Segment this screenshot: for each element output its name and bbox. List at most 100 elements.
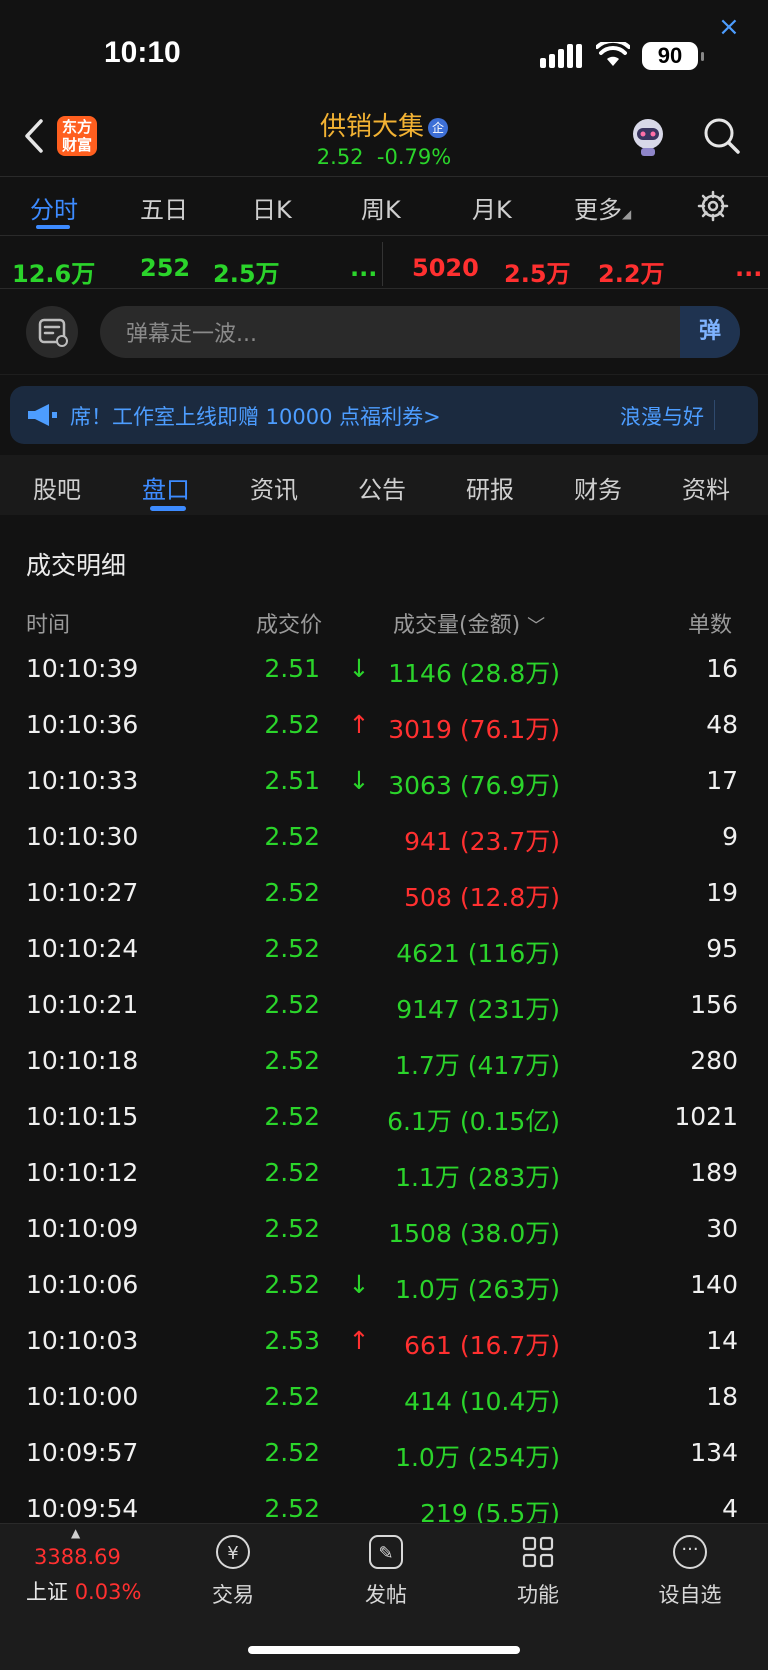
trade-count: 4 <box>722 1494 738 1523</box>
tab-monthly-k[interactable]: 月K <box>472 190 512 225</box>
tab-more[interactable]: 更多◢ <box>574 190 631 225</box>
divider <box>0 374 768 375</box>
trade-time: 10:10:12 <box>26 1158 139 1187</box>
trade-price: 2.52 <box>264 1438 320 1467</box>
table-row: 10:10:39 2.51 ↓ 1146 (28.8万) 16 <box>0 654 768 710</box>
trade-time: 10:10:00 <box>26 1382 139 1411</box>
trade-volume: 6.1万 (0.15亿) <box>387 1107 560 1136</box>
trade-direction-arrow: ↓ <box>348 766 370 795</box>
trade-volume: 414 (10.4万) <box>404 1387 560 1416</box>
table-row: 10:10:00 2.52 414 (10.4万) 18 <box>0 1382 768 1438</box>
tab-five-day[interactable]: 五日 <box>140 190 188 225</box>
stock-change: -0.79% <box>376 145 452 169</box>
tab-news[interactable]: 资讯 <box>250 470 298 505</box>
trade-price: 2.51 <box>264 654 320 683</box>
trade-price: 2.52 <box>264 878 320 907</box>
chevron-down-icon: ﹀ <box>527 616 546 637</box>
table-row: 10:10:24 2.52 4621 (116万) 95 <box>0 934 768 990</box>
trade-volume: 1.7万 (417万) <box>395 1051 560 1080</box>
trade-price: 2.53 <box>264 1326 320 1355</box>
stats-divider <box>382 242 383 286</box>
trade-price: 2.52 <box>264 1158 320 1187</box>
trade-volume: 4621 (116万) <box>396 939 560 968</box>
index-name: 上证 <box>26 1580 68 1604</box>
trade-volume: 1146 (28.8万) <box>388 659 560 688</box>
tab-research[interactable]: 研报 <box>466 470 514 505</box>
trade-volume: 1.1万 (283万) <box>395 1163 560 1192</box>
trade-count: 189 <box>690 1158 738 1187</box>
tab-finance[interactable]: 财务 <box>574 470 622 505</box>
trade-price: 2.52 <box>264 934 320 963</box>
trade-price: 2.52 <box>264 822 320 851</box>
nav-trade[interactable]: ¥ 交易 <box>183 1535 283 1609</box>
signal-icon <box>540 44 582 68</box>
grid-icon <box>521 1535 555 1569</box>
stat-right-1: 5020 <box>412 254 479 282</box>
stat-left-2: 252 <box>140 254 191 282</box>
stat-left-1: 12.6万 <box>12 260 96 288</box>
table-row: 10:10:36 2.52 ↑ 3019 (76.1万) 48 <box>0 710 768 766</box>
trade-price: 2.52 <box>264 1270 320 1299</box>
banner-divider <box>714 400 715 430</box>
tab-announcements[interactable]: 公告 <box>358 470 406 505</box>
trade-price: 2.52 <box>264 710 320 739</box>
divider <box>0 235 768 236</box>
trade-direction-arrow: ↑ <box>348 710 370 739</box>
trade-time: 10:10:24 <box>26 934 139 963</box>
nav-watchlist-settings[interactable]: ··· 设自选 <box>640 1535 740 1609</box>
search-icon[interactable] <box>702 116 742 156</box>
tab-market-depth[interactable]: 盘口 <box>142 470 190 505</box>
tab-forum[interactable]: 股吧 <box>33 470 81 505</box>
trade-time: 10:10:15 <box>26 1102 139 1131</box>
stat-right-3: 2.2万 <box>598 260 665 288</box>
trades-title: 成交明细 <box>26 551 127 580</box>
trade-price: 2.52 <box>264 1494 320 1523</box>
danmu-settings-button[interactable] <box>26 306 78 358</box>
trade-count: 134 <box>690 1438 738 1467</box>
trade-price: 2.51 <box>264 766 320 795</box>
nav-functions[interactable]: 功能 <box>488 1535 588 1609</box>
yuan-icon: ¥ <box>216 1535 250 1569</box>
dropdown-corner-icon: ◢ <box>622 207 632 221</box>
table-row: 10:10:21 2.52 9147 (231万) 156 <box>0 990 768 1046</box>
col-header-price: 成交价 <box>256 613 323 638</box>
trade-price: 2.52 <box>264 990 320 1019</box>
trade-volume: 941 (23.7万) <box>404 827 560 856</box>
status-time: 10:10 <box>104 36 181 69</box>
index-quote[interactable]: 上证 0.03% <box>26 1576 141 1606</box>
trade-count: 14 <box>706 1326 738 1355</box>
table-row: 10:10:30 2.52 941 (23.7万) 9 <box>0 822 768 878</box>
close-icon[interactable]: × <box>718 12 740 42</box>
tab-weekly-k[interactable]: 周K <box>361 190 401 225</box>
tab-daily-k[interactable]: 日K <box>252 190 292 225</box>
more-dots-icon: ··· <box>673 1535 707 1569</box>
trade-volume: 3019 (76.1万) <box>388 715 560 744</box>
col-header-volume[interactable]: 成交量(金额) ﹀ <box>393 607 545 639</box>
table-row: 10:10:06 2.52 ↓ 1.0万 (263万) 140 <box>0 1270 768 1326</box>
table-row: 10:10:33 2.51 ↓ 3063 (76.9万) 17 <box>0 766 768 822</box>
col-header-time: 时间 <box>26 613 71 638</box>
expand-arrow-icon[interactable]: ▲ <box>71 1526 80 1540</box>
tab-intraday[interactable]: 分时 <box>30 190 78 225</box>
trade-count: 9 <box>722 822 738 851</box>
nav-post[interactable]: ✎ 发帖 <box>336 1535 436 1609</box>
index-value[interactable]: 3388.69 <box>34 1545 121 1569</box>
table-row: 10:10:09 2.52 1508 (38.0万) 30 <box>0 1214 768 1270</box>
tab-profile[interactable]: 资料 <box>682 470 730 505</box>
stat-left-3: 2.5万 <box>213 260 280 288</box>
megaphone-icon <box>28 404 57 426</box>
trade-price: 2.52 <box>264 1382 320 1411</box>
trade-price: 2.52 <box>264 1046 320 1075</box>
table-row: 10:10:12 2.52 1.1万 (283万) 189 <box>0 1158 768 1214</box>
danmu-toggle-button[interactable]: 弹 <box>680 306 740 358</box>
col-header-count: 单数 <box>688 613 733 638</box>
table-row: 10:10:27 2.52 508 (12.8万) 19 <box>0 878 768 934</box>
table-row: 10:10:03 2.53 ↑ 661 (16.7万) 14 <box>0 1326 768 1382</box>
trade-count: 156 <box>690 990 738 1019</box>
gear-icon[interactable] <box>697 190 729 222</box>
active-tab-underline <box>36 225 70 229</box>
wifi-icon <box>596 42 630 66</box>
robot-assistant-icon[interactable] <box>626 114 670 158</box>
promo-banner[interactable]: 席！工作室上线即赠 10000 点福利券> 浪漫与好 <box>10 386 758 444</box>
index-change: 0.03% <box>74 1580 142 1604</box>
